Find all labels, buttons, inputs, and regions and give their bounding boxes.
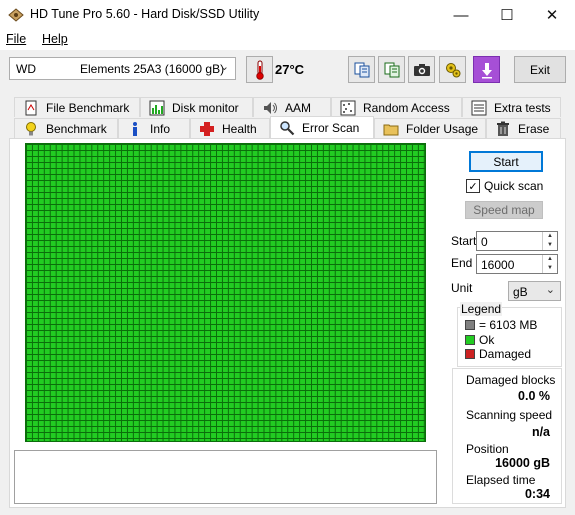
damaged-blocks-value: 0.0 %	[518, 389, 550, 403]
exit-button[interactable]: Exit	[514, 56, 566, 83]
tab-label: Error Scan	[302, 120, 360, 135]
disk-monitor-icon	[149, 100, 165, 115]
legend-block-size-text: = 6103 MB	[479, 318, 538, 332]
start-button[interactable]: Start	[469, 151, 543, 172]
temperature-button[interactable]	[246, 56, 273, 83]
tab-error-scan[interactable]: Error Scan	[270, 116, 374, 138]
random-access-icon	[340, 100, 356, 115]
tab-label: Disk monitor	[172, 100, 239, 115]
tab-benchmark[interactable]: Benchmark	[14, 118, 118, 138]
copy-info-icon	[354, 62, 369, 77]
options-button[interactable]	[439, 56, 466, 83]
info-icon	[133, 121, 137, 136]
tab-file-benchmark[interactable]: File Benchmark	[14, 97, 140, 117]
tab-label: AAM	[285, 100, 312, 115]
speaker-icon	[264, 101, 277, 114]
menu-help[interactable]: Help	[42, 32, 68, 46]
checkmark-icon: ✓	[466, 179, 480, 193]
scanning-speed-value: n/a	[531, 425, 550, 439]
save-icon	[481, 62, 492, 78]
options-icon	[445, 62, 460, 77]
thermometer-icon	[255, 60, 264, 80]
quick-scan-label: Quick scan	[484, 179, 544, 193]
legend-ok-text: Ok	[479, 333, 495, 347]
drive-select[interactable]: WD Elements 25A3 (16000 gB) ⌄	[9, 57, 236, 80]
unit-value: gB	[513, 285, 528, 299]
tab-random-access[interactable]: Random Access	[331, 97, 462, 117]
copy-text-button[interactable]	[378, 56, 405, 83]
position-label: Position	[466, 442, 509, 456]
start-input-value: 0	[481, 235, 488, 249]
temperature-readout: 27°C	[275, 62, 305, 77]
end-field-label: End	[451, 256, 473, 270]
tab-health[interactable]: Health	[190, 118, 270, 138]
elapsed-time-value: 0:34	[524, 487, 550, 501]
close-button[interactable]: ✕	[529, 0, 575, 30]
tab-disk-monitor[interactable]: Disk monitor	[140, 97, 253, 117]
app-icon	[8, 8, 24, 22]
legend-title: Legend	[460, 302, 503, 316]
end-input[interactable]: 16000 ▲ ▼	[476, 254, 558, 274]
menu-bar	[0, 30, 575, 50]
tab-label: Benchmark	[46, 121, 107, 136]
tab-label: Health	[222, 121, 257, 136]
tab-label: Random Access	[363, 100, 450, 115]
menu-help-label: Help	[42, 32, 68, 46]
chevron-down-icon: ⌄	[219, 61, 229, 73]
folder-icon	[383, 124, 399, 135]
tab-extra-tests[interactable]: Extra tests	[462, 97, 561, 117]
trash-icon	[497, 121, 509, 136]
green-swatch-icon	[465, 335, 475, 345]
tab-aam[interactable]: AAM	[253, 97, 331, 117]
scan-log-box[interactable]	[14, 450, 437, 504]
screenshot-button[interactable]	[408, 56, 435, 83]
menu-file-label: File	[6, 32, 27, 46]
legend-damaged-text: Damaged	[479, 347, 532, 361]
position-value: 16000 gB	[495, 456, 550, 470]
end-input-value: 16000	[481, 258, 515, 272]
unit-label: Unit	[451, 281, 473, 295]
camera-icon	[413, 63, 430, 76]
red-swatch-icon	[465, 349, 475, 359]
elapsed-time-label: Elapsed time	[466, 473, 536, 487]
damaged-blocks-label: Damaged blocks	[466, 373, 556, 387]
menu-file[interactable]: File	[6, 32, 26, 46]
quick-scan-checkbox[interactable]: ✓ Quick scan	[466, 179, 543, 193]
speed-map-button[interactable]: Speed map	[465, 201, 543, 219]
drive-model: Elements 25A3 (16000 gB)	[80, 62, 225, 76]
tab-label: Erase	[518, 121, 550, 136]
start-input[interactable]: 0 ▲ ▼	[476, 231, 558, 251]
magnifier-icon	[280, 120, 295, 135]
tab-erase[interactable]: Erase	[486, 118, 561, 138]
start-field-label: Start	[451, 234, 477, 248]
tab-label: Extra tests	[494, 100, 551, 115]
window-title: HD Tune Pro 5.60 - Hard Disk/SSD Utility	[30, 7, 260, 21]
maximize-button[interactable]: ☐	[484, 0, 530, 30]
spin-arrows-icon[interactable]: ▲ ▼	[542, 232, 557, 250]
scanning-speed-label: Scanning speed	[466, 408, 553, 422]
health-cross-icon	[200, 121, 214, 136]
minimize-button[interactable]: —	[438, 0, 484, 30]
unit-select[interactable]: gB ⌄	[508, 281, 561, 301]
save-button[interactable]	[473, 56, 500, 83]
error-scan-block-map	[25, 143, 426, 442]
file-benchmark-icon	[25, 100, 37, 115]
copy-info-button[interactable]	[348, 56, 375, 83]
gray-swatch-icon	[465, 320, 475, 330]
spin-arrows-icon[interactable]: ▲ ▼	[542, 255, 557, 273]
legend-block-size: = 6103 MB	[465, 318, 537, 332]
tab-label: Info	[150, 121, 171, 136]
tab-folder-usage[interactable]: Folder Usage	[374, 118, 486, 138]
legend-damaged: Damaged	[465, 347, 531, 361]
legend-ok: Ok	[465, 333, 494, 347]
extra-tests-icon	[471, 100, 487, 115]
copy-text-icon	[384, 62, 399, 77]
lightbulb-icon	[26, 121, 36, 135]
drive-vendor: WD	[16, 62, 36, 76]
chevron-down-icon: ⌄	[545, 284, 555, 296]
tab-info[interactable]: Info	[118, 118, 190, 138]
tab-label: Folder Usage	[406, 121, 479, 136]
tab-label: File Benchmark	[46, 100, 130, 115]
